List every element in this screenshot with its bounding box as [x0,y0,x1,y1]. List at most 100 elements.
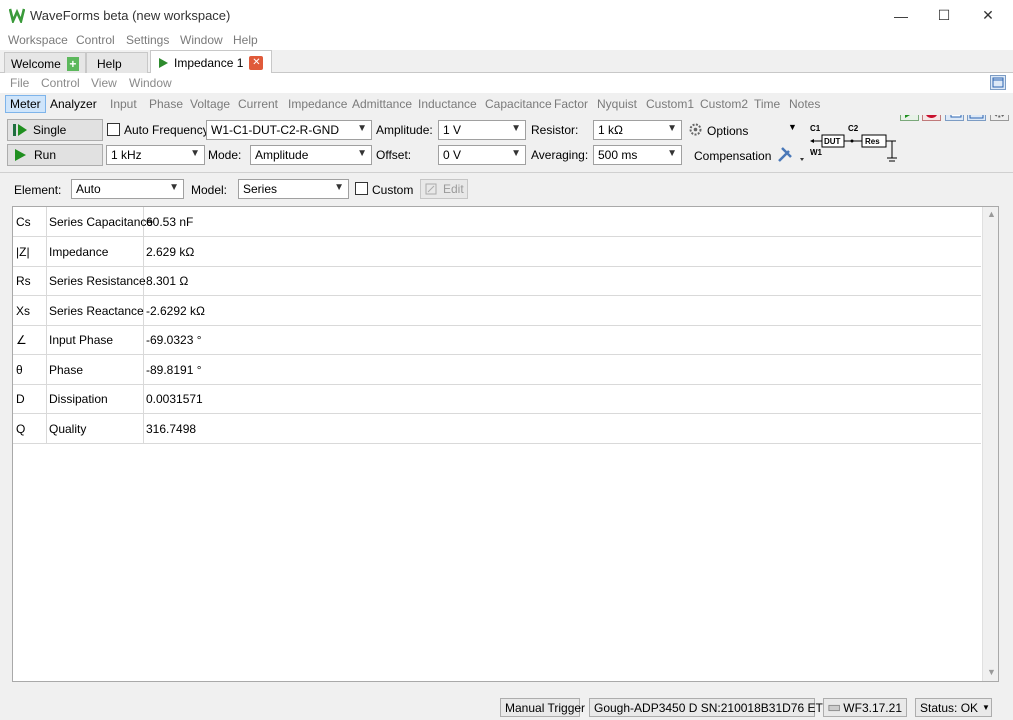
tab-inductance[interactable]: Inductance [418,97,477,111]
row-value: 0.0031571 [146,392,203,406]
tab-admittance[interactable]: Admittance [352,97,412,111]
schematic-c1-label: C1 [810,124,821,133]
amplitude-label: Amplitude: [376,123,433,137]
tab-impedance-label: Impedance 1 [174,55,244,70]
device-info[interactable]: Gough-ADP3450 D SN:210018B31D76 ETH:LX [589,698,850,717]
maximize-button[interactable]: ☐ [921,0,967,31]
tab-notes[interactable]: Notes [789,97,820,111]
averaging-select[interactable]: 500 ms ▼ [593,145,682,165]
run-button[interactable]: Run [7,144,103,166]
single-step-icon [13,124,27,136]
play-icon [159,57,168,68]
menu-bar: Workspace Control Settings Window Help [0,31,1013,50]
connection-schematic: C1 C2 W1 DUT Res [810,124,897,162]
element-select[interactable]: Auto ▼ [71,179,184,199]
tab-time[interactable]: Time [754,97,780,111]
row-symbol: ∠ [16,333,27,347]
frequency-select[interactable]: 1 kHz ▼ [106,145,205,165]
tab-nyquist[interactable]: Nyquist [597,97,637,111]
tab-impedance-view[interactable]: Impedance [288,97,347,111]
resistor-value: 1 kΩ [598,123,623,137]
chevron-down-icon: ▼ [511,123,521,134]
menu-workspace[interactable]: Workspace [8,33,68,47]
tab-welcome[interactable]: Welcome + [4,52,86,74]
tab-phase[interactable]: Phase [149,97,183,111]
model-select[interactable]: Series ▼ [238,179,349,199]
vertical-scrollbar[interactable]: ▲ ▼ [982,207,998,681]
chevron-down-icon: ▼ [667,148,677,159]
row-name: Input Phase [49,333,114,347]
scroll-up-icon[interactable]: ▲ [987,209,996,219]
compensation-tool-icon[interactable] [777,145,805,163]
auto-frequency-checkbox[interactable] [107,123,120,136]
menu-window[interactable]: Window [180,33,223,47]
status-label: Status: OK [920,700,979,715]
schematic-dut-label: DUT [824,137,841,146]
tab-impedance[interactable]: Impedance 1 ✕ [150,50,272,74]
tab-meter[interactable]: Meter [5,95,46,113]
menu-settings[interactable]: Settings [126,33,169,47]
submenu-window[interactable]: Window [129,76,172,90]
document-tabs: Welcome + Help Impedance 1 ✕ [0,50,1013,121]
options-button[interactable]: Options [707,124,748,138]
tab-help-label: Help [97,56,122,71]
row-value: 2.629 kΩ [146,244,195,259]
submenu-view[interactable]: View [91,76,117,90]
close-button[interactable]: ✕ [965,0,1011,31]
element-value: Auto [76,182,101,196]
chevron-down-icon: ▼ [511,148,521,159]
custom-checkbox[interactable] [355,182,368,195]
window-icon [992,77,1004,88]
amplitude-value: 1 V [443,123,462,137]
chevron-down-icon: ▼ [357,148,367,159]
tab-custom2[interactable]: Custom2 [700,97,748,111]
row-value: -69.0323 ° [146,333,202,347]
table-row: Cs Series Capacitance 60.53 nF [13,207,981,237]
tab-help[interactable]: Help [86,52,148,74]
tab-custom1[interactable]: Custom1 [646,97,694,111]
configuration-select[interactable]: W1-C1-DUT-C2-R-GND ▼ [206,120,372,140]
add-icon[interactable]: + [66,56,79,71]
undock-button[interactable] [990,75,1006,90]
scroll-down-icon[interactable]: ▼ [987,667,996,677]
mode-select[interactable]: Amplitude ▼ [250,145,372,165]
tab-current[interactable]: Current [238,97,278,111]
row-name: Series Reactance [49,303,144,318]
model-label: Model: [191,183,228,197]
row-symbol: Cs [16,215,31,229]
tab-input[interactable]: Input [110,97,137,111]
options-dropdown-icon[interactable]: ▼ [788,122,797,132]
submenu-control[interactable]: Control [41,76,80,90]
chevron-down-icon: ▼ [667,123,677,134]
row-name: Series Capacitance [49,215,154,229]
row-symbol: D [16,392,25,406]
row-symbol: Xs [16,303,31,318]
chevron-down-icon: ▼ [357,123,367,134]
tab-factor[interactable]: Factor [554,97,588,111]
tab-capacitance[interactable]: Capacitance [485,97,552,111]
run-label: Run [34,148,57,162]
version-info[interactable]: WF3.17.21 [823,698,907,717]
offset-select[interactable]: 0 V ▼ [438,145,526,165]
edit-button[interactable]: Edit [420,179,468,199]
manual-trigger-button[interactable]: Manual Trigger [500,698,585,717]
menu-control[interactable]: Control [76,33,115,47]
submenu-file[interactable]: File [10,76,29,90]
schematic-res-label: Res [865,137,880,146]
element-label: Element: [14,183,62,197]
tab-voltage[interactable]: Voltage [190,97,230,111]
single-label: Single [33,123,67,137]
amplitude-select[interactable]: 1 V ▼ [438,120,526,140]
tab-analyzer[interactable]: Analyzer [50,97,97,111]
configuration-value: W1-C1-DUT-C2-R-GND [211,123,339,137]
minimize-button[interactable]: — [878,0,924,31]
status-indicator[interactable]: Status: OK ▼ [915,698,992,717]
single-button[interactable]: Single [7,119,103,141]
row-symbol: |Z| [16,244,30,259]
menu-help[interactable]: Help [233,33,258,47]
close-tab-icon[interactable]: ✕ [249,55,264,70]
resistor-select[interactable]: 1 kΩ ▼ [593,120,682,140]
chevron-down-icon: ▼ [169,182,179,193]
resistor-label: Resistor: [531,123,579,137]
table-row: Xs Series Reactance -2.6292 kΩ [13,296,981,326]
